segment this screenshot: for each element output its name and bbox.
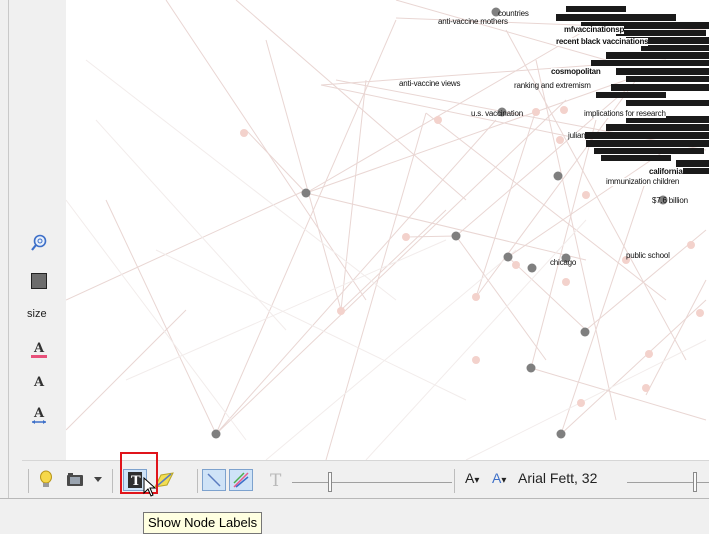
status-area: [0, 499, 709, 533]
font-name-label[interactable]: Arial Fett, 32: [518, 470, 597, 486]
node-label: anti-vaccine mothers: [438, 17, 508, 26]
label-size-icon[interactable]: A: [28, 370, 50, 392]
font-color-icon[interactable]: A▾: [492, 470, 506, 486]
zoom-fit-icon[interactable]: [28, 232, 50, 254]
node-label: ranking and extremism: [514, 81, 591, 90]
label-size-slider-track[interactable]: [292, 482, 452, 483]
edge-color-button[interactable]: [229, 469, 253, 491]
node-label: california: [649, 167, 683, 176]
graph-svg: [66, 0, 709, 460]
node-label: u.s. vaccination: [471, 109, 523, 118]
svg-text:A: A: [33, 341, 45, 356]
font-decrease-icon[interactable]: A▾: [465, 470, 479, 486]
left-window-edge: [0, 0, 23, 500]
size-label[interactable]: size: [27, 308, 47, 320]
label-color-icon[interactable]: A: [28, 338, 50, 360]
label-size-slider-knob[interactable]: [328, 472, 332, 492]
screenshot-icon[interactable]: [64, 469, 90, 491]
label-scale-icon[interactable]: A: [28, 404, 50, 426]
node-label: anti-vaccine views: [399, 79, 461, 88]
lightbulb-icon[interactable]: [36, 469, 56, 491]
node-label: immunization children: [606, 177, 680, 186]
graph-edges-faint: [66, 59, 707, 460]
svg-text:T: T: [270, 471, 282, 489]
tooltip: Show Node Labels: [143, 512, 263, 534]
mouse-cursor-icon: [143, 476, 157, 502]
graph-edges: [66, 0, 707, 460]
font-size-slider-knob[interactable]: [693, 472, 697, 492]
node-label: chicago: [550, 258, 577, 267]
node-label: recent black vaccinations: [556, 37, 649, 46]
node-label: cosmopolitan: [551, 67, 601, 76]
node-color-icon[interactable]: [28, 270, 50, 292]
node-label: julian: [568, 131, 586, 140]
node-label: $7.6 billion: [652, 196, 688, 205]
node-label: public school: [626, 251, 670, 260]
graph-canvas[interactable]: countries anti-vaccine mothers anti-vacc…: [66, 0, 709, 460]
chevron-down-icon[interactable]: [92, 469, 104, 491]
node-label: implications for research: [584, 109, 666, 118]
svg-text:A: A: [33, 375, 45, 390]
show-edges-button[interactable]: [202, 469, 226, 491]
node-label: mfvaccinationsp: [564, 25, 625, 34]
text-tool-icon[interactable]: T: [267, 469, 287, 491]
svg-text:A: A: [33, 406, 45, 421]
